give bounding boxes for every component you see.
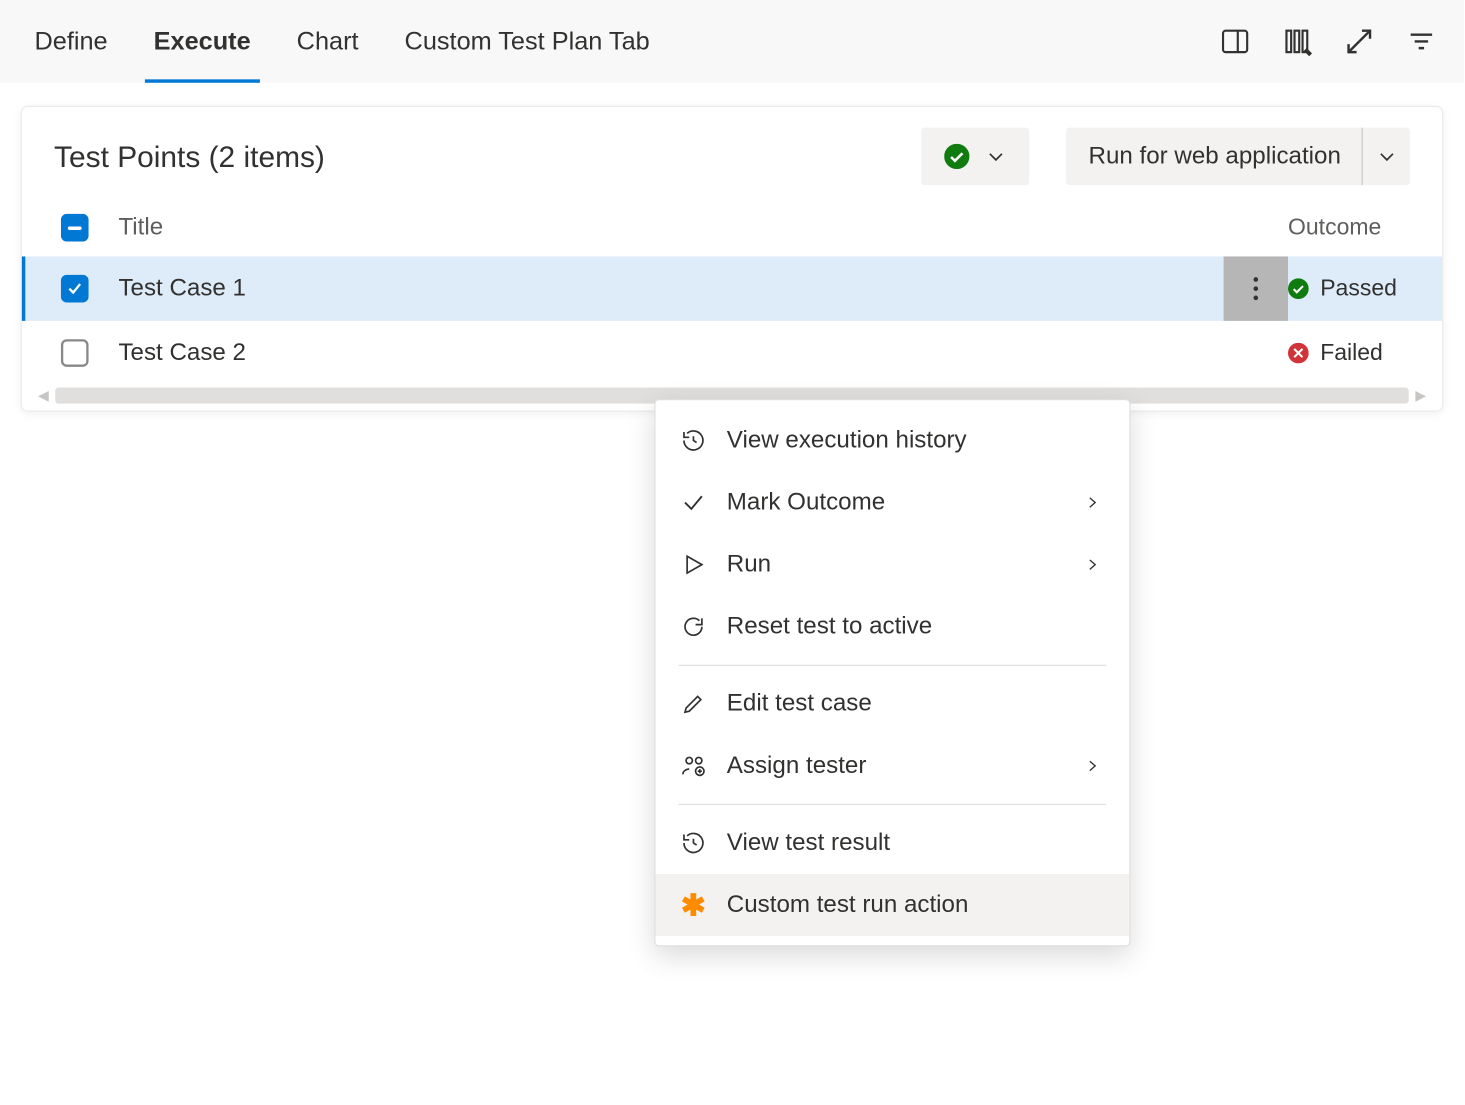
chevron-down-icon <box>1376 146 1397 167</box>
menu-label: Assign tester <box>727 752 1079 780</box>
row-outcome: Failed <box>1288 340 1431 366</box>
column-title[interactable]: Title <box>118 214 1223 242</box>
menu-view-execution-history[interactable]: View execution history <box>656 409 1130 471</box>
tab-custom[interactable]: Custom Test Plan Tab <box>382 0 673 83</box>
row-title: Test Case 1 <box>118 275 1223 303</box>
menu-assign-tester[interactable]: Assign tester <box>656 735 1130 797</box>
menu-reset-to-active[interactable]: Reset test to active <box>656 596 1130 658</box>
menu-view-test-result[interactable]: View test result <box>656 812 1130 874</box>
row-outcome-label: Passed <box>1320 275 1397 301</box>
asterisk-icon: ✱ <box>681 890 727 920</box>
scroll-right-arrow[interactable]: ▶ <box>1415 388 1426 404</box>
row-context-menu: View execution history Mark Outcome Run <box>654 399 1130 946</box>
test-points-panel: Test Points (2 items) Run for web applic… <box>21 106 1444 412</box>
menu-label: Run <box>727 551 1079 579</box>
mark-outcome-dropdown[interactable] <box>921 128 1029 186</box>
fullscreen-icon[interactable] <box>1328 10 1390 72</box>
chevron-right-icon <box>1079 758 1107 774</box>
run-button-label: Run for web application <box>1089 143 1341 171</box>
table-row[interactable]: Test Case 2 Failed <box>22 321 1442 385</box>
menu-label: Custom test run action <box>727 891 1106 919</box>
menu-label: View execution history <box>727 427 1106 455</box>
history-icon <box>681 830 727 855</box>
check-icon <box>681 490 727 515</box>
menu-run[interactable]: Run <box>656 534 1130 596</box>
menu-mark-outcome[interactable]: Mark Outcome <box>656 472 1130 534</box>
filter-icon[interactable] <box>1390 10 1452 72</box>
row-outcome-label: Failed <box>1320 340 1383 366</box>
tab-execute[interactable]: Execute <box>131 0 274 83</box>
menu-edit-test-case[interactable]: Edit test case <box>656 673 1130 735</box>
chevron-right-icon <box>1079 495 1107 511</box>
row-outcome: Passed <box>1288 275 1431 301</box>
table-row[interactable]: Test Case 1 Passed <box>22 256 1442 320</box>
passed-status-icon <box>944 144 969 169</box>
tab-bar: Define Execute Chart Custom Test Plan Ta… <box>0 0 1464 83</box>
run-split-chevron[interactable] <box>1362 128 1410 186</box>
row-more-actions-button[interactable] <box>1224 256 1288 320</box>
run-for-web-button[interactable]: Run for web application <box>1066 128 1410 186</box>
scroll-left-arrow[interactable]: ◀ <box>38 388 49 404</box>
tab-chart-label: Chart <box>297 26 359 56</box>
refresh-icon <box>681 614 727 639</box>
passed-status-icon <box>1288 278 1309 299</box>
assign-tester-icon <box>681 753 727 778</box>
column-outcome-label: Outcome <box>1288 214 1381 240</box>
tab-define[interactable]: Define <box>12 0 131 83</box>
row-checkbox[interactable] <box>61 275 89 303</box>
tab-execute-label: Execute <box>154 26 251 56</box>
menu-label: Edit test case <box>727 690 1106 718</box>
more-vertical-icon <box>1252 275 1259 303</box>
panel-header: Test Points (2 items) Run for web applic… <box>22 107 1442 199</box>
menu-label: Mark Outcome <box>727 489 1079 517</box>
tab-define-label: Define <box>35 26 108 56</box>
row-title: Test Case 2 <box>118 339 1223 367</box>
select-all-checkbox[interactable] <box>61 214 89 242</box>
panel-title: Test Points (2 items) <box>54 139 921 175</box>
menu-custom-test-run-action[interactable]: ✱ Custom test run action <box>656 874 1130 936</box>
play-icon <box>681 552 727 577</box>
panel-layout-icon[interactable] <box>1204 10 1266 72</box>
menu-separator <box>679 804 1107 805</box>
menu-label: View test result <box>727 829 1106 857</box>
column-outcome[interactable]: Outcome <box>1288 214 1431 240</box>
tab-chart[interactable]: Chart <box>274 0 382 83</box>
chevron-right-icon <box>1079 557 1107 573</box>
table-header: Title Outcome <box>22 199 1442 256</box>
chevron-down-icon <box>985 146 1006 167</box>
edit-icon <box>681 691 727 716</box>
menu-label: Reset test to active <box>727 613 1106 641</box>
menu-separator <box>679 665 1107 666</box>
history-icon <box>681 428 727 453</box>
failed-status-icon <box>1288 343 1309 364</box>
row-checkbox[interactable] <box>61 339 89 367</box>
tab-custom-label: Custom Test Plan Tab <box>405 26 650 56</box>
columns-icon[interactable] <box>1266 10 1328 72</box>
